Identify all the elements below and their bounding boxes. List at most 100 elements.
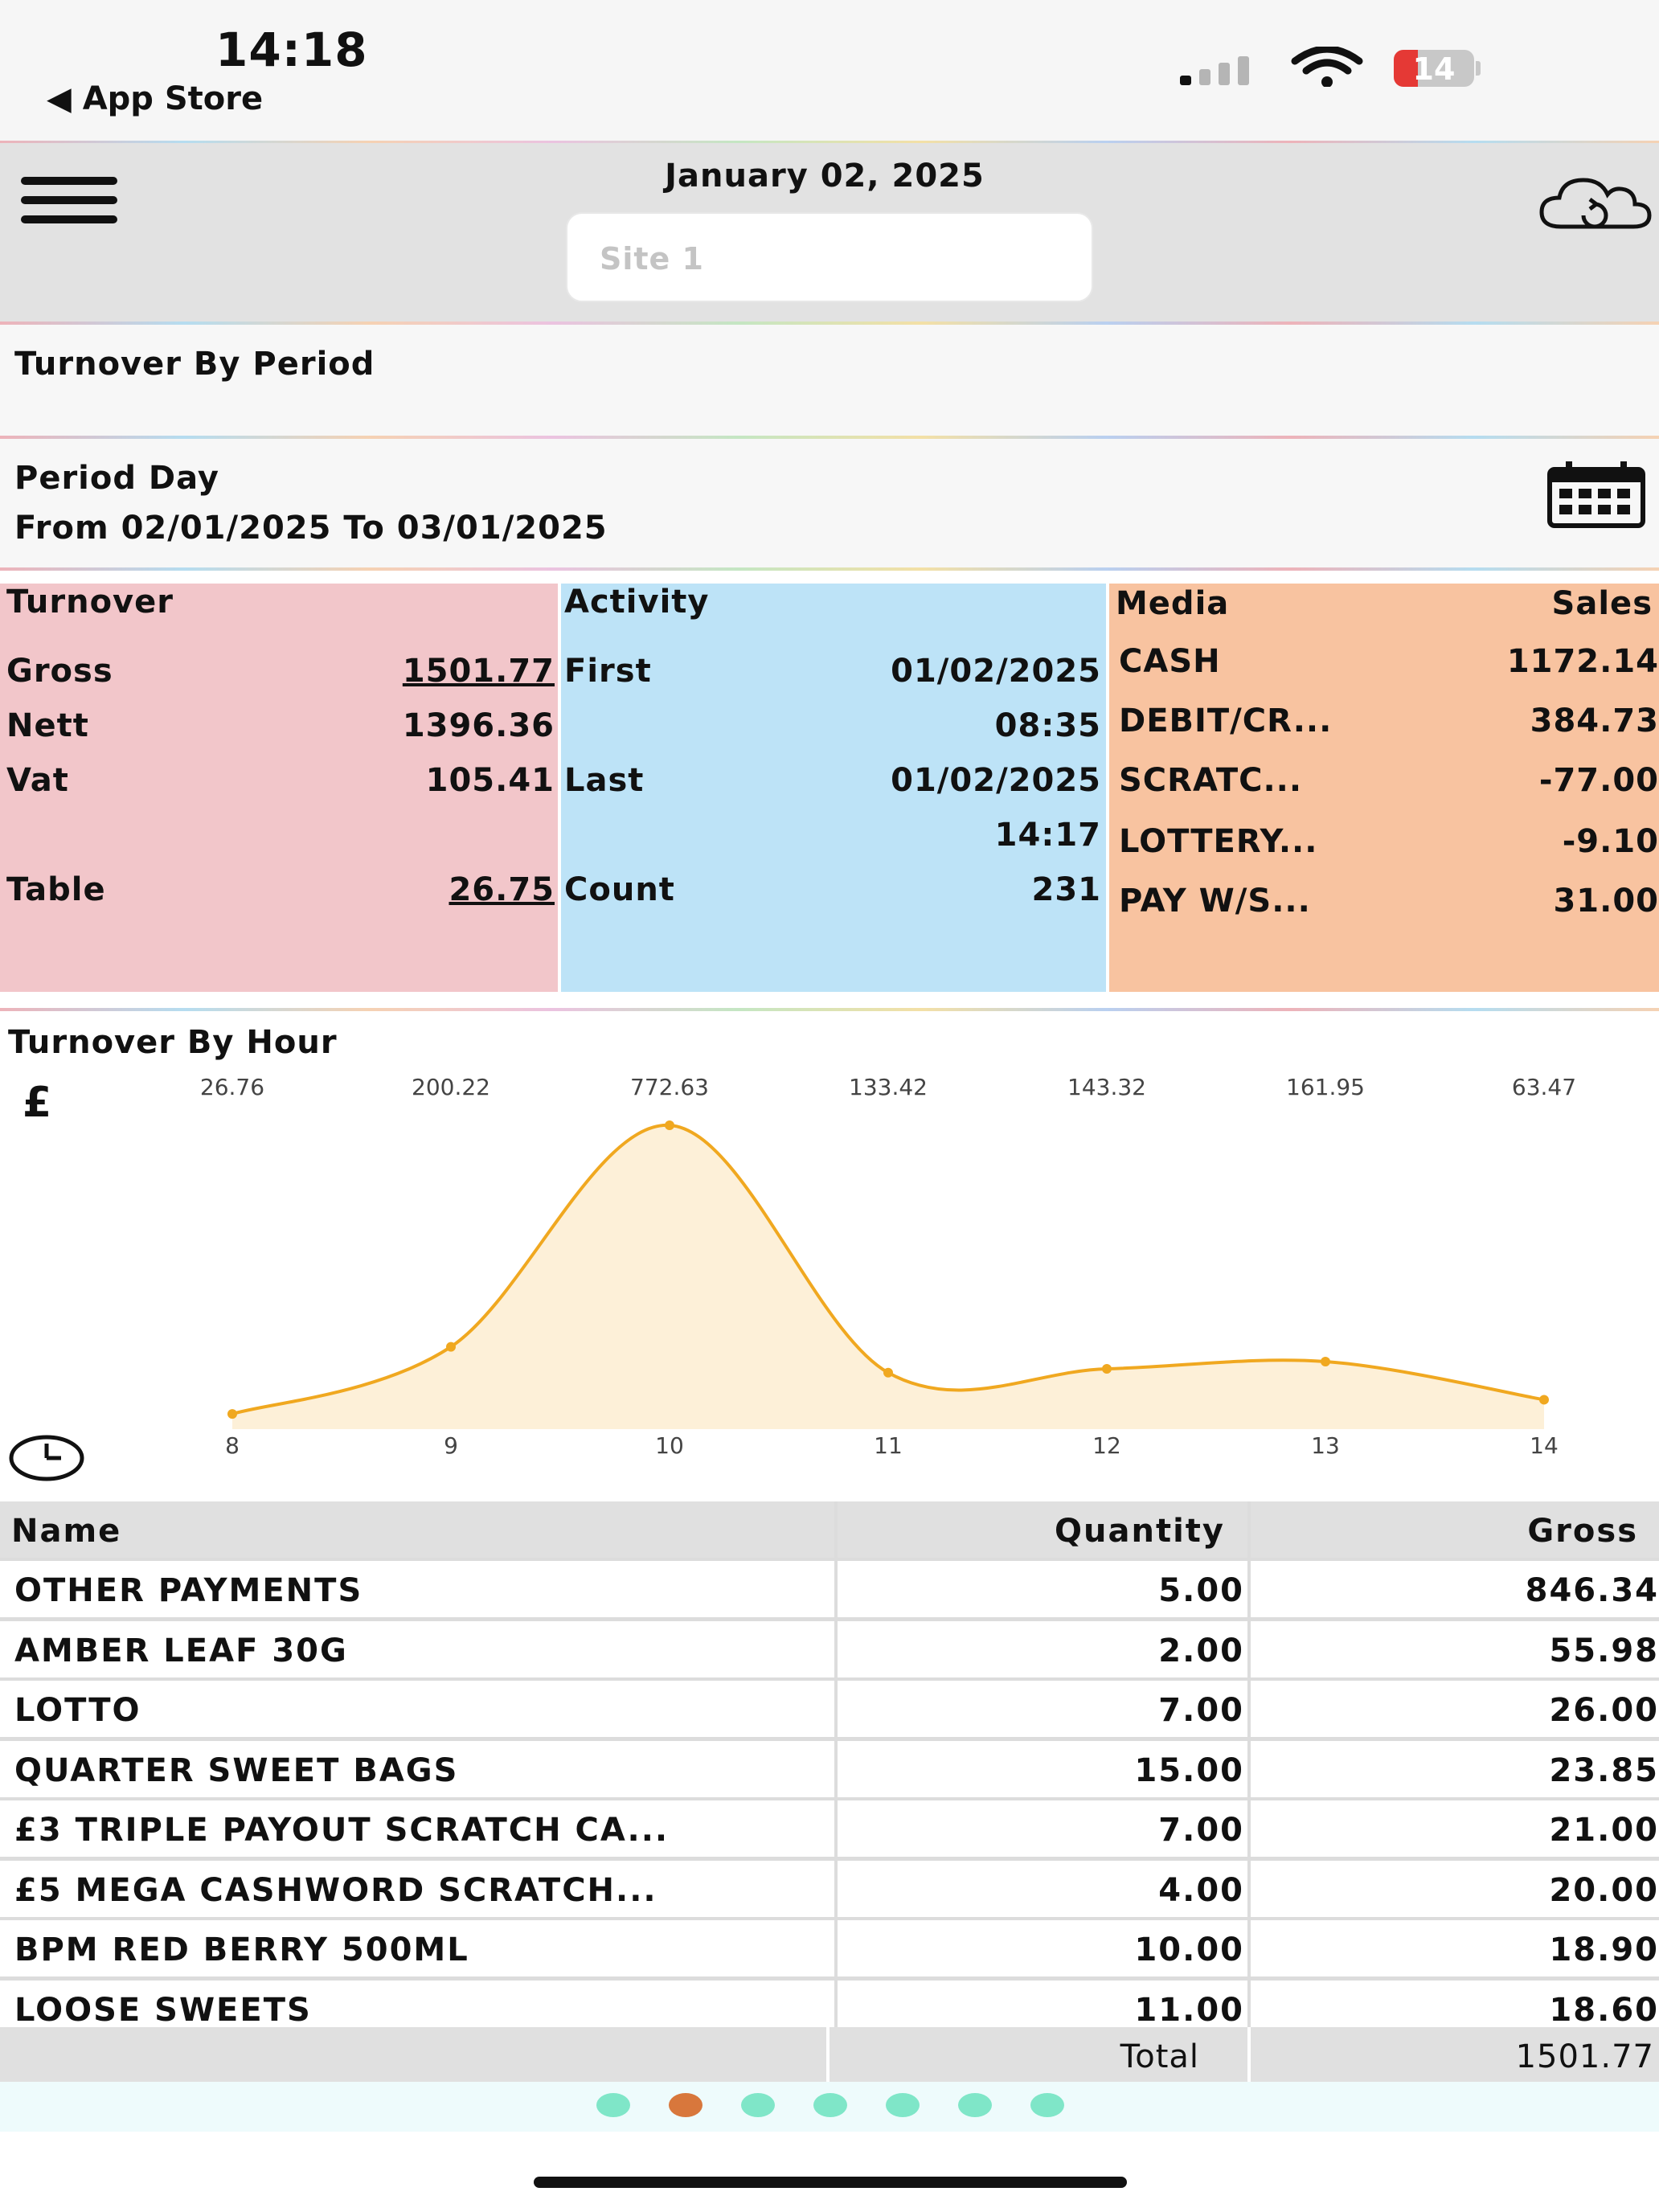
item-gross: 26.00 <box>1251 1681 1659 1737</box>
period-range-label: From 02/01/2025 To 03/01/2025 <box>14 510 608 547</box>
item-name: £5 MEGA CASHWORD SCRATCH... <box>0 1860 834 1917</box>
home-indicator[interactable] <box>534 2177 1127 2188</box>
data-label: 26.76 <box>200 1074 264 1100</box>
item-quantity: 15.00 <box>838 1740 1247 1797</box>
period-type-label: Period Day <box>14 460 219 497</box>
table-row[interactable]: £3 TRIPLE PAYOUT SCRATCH CA... 7.00 21.00 <box>0 1800 1659 1860</box>
site-placeholder: Site 1 <box>600 241 705 276</box>
clock-icon <box>8 1434 85 1485</box>
hamburger-menu-icon[interactable] <box>21 177 117 225</box>
page-dot-7[interactable] <box>1030 2093 1064 2117</box>
cloud-sync-icon[interactable] <box>1537 174 1653 241</box>
count-label: Count <box>564 871 675 908</box>
data-point[interactable] <box>883 1367 893 1378</box>
media-row-value: 1172.14 <box>1506 643 1659 680</box>
wifi-icon <box>1291 45 1363 90</box>
item-gross: 846.34 <box>1251 1561 1659 1617</box>
media-row-name: CASH <box>1119 643 1221 680</box>
media-row-value: -9.10 <box>1562 823 1659 860</box>
first-date: 01/02/2025 <box>891 653 1101 690</box>
data-point[interactable] <box>446 1342 456 1352</box>
page-dot-6[interactable] <box>958 2093 992 2117</box>
data-point[interactable] <box>1321 1357 1330 1367</box>
item-quantity: 7.00 <box>838 1681 1247 1737</box>
table-header-row: Name Quantity Gross <box>0 1501 1659 1561</box>
cellular-signal-icon <box>1180 53 1268 85</box>
x-tick-label: 8 <box>225 1432 240 1459</box>
item-name: BPM RED BERRY 500ML <box>0 1920 834 1976</box>
data-point[interactable] <box>227 1409 237 1419</box>
media-row-name: PAY W/S... <box>1119 883 1311 920</box>
sales-column-header: Sales <box>1551 585 1653 622</box>
turnover-panel: Turnover Gross 1501.77 Nett 1396.36 Vat … <box>0 584 558 992</box>
media-row-value: 31.00 <box>1553 883 1659 920</box>
activity-panel: Activity First 01/02/2025 08:35 Last 01/… <box>561 584 1106 992</box>
item-gross: 18.90 <box>1251 1920 1659 1976</box>
table-value-link[interactable]: 26.75 <box>449 871 555 908</box>
battery-icon: 14 <box>1394 50 1474 87</box>
total-value: 1501.77 <box>1251 2027 1659 2083</box>
page-dot-4[interactable] <box>813 2093 847 2117</box>
nett-label: Nett <box>6 707 89 744</box>
item-quantity: 7.00 <box>838 1800 1247 1857</box>
item-name: AMBER LEAF 30G <box>0 1620 834 1677</box>
gross-column-header[interactable]: Gross <box>1251 1501 1659 1558</box>
battery-level: 14 <box>1412 51 1456 87</box>
data-label: 200.22 <box>412 1074 490 1100</box>
data-point[interactable] <box>665 1120 674 1130</box>
turnover-by-hour-title: Turnover By Hour <box>8 1024 338 1061</box>
table-total-row: Total 1501.77 <box>0 2027 1659 2083</box>
item-name: £3 TRIPLE PAYOUT SCRATCH CA... <box>0 1800 834 1857</box>
battery-tip <box>1476 61 1481 76</box>
x-tick-label: 9 <box>444 1432 458 1459</box>
item-name: OTHER PAYMENTS <box>0 1561 834 1617</box>
data-label: 772.63 <box>630 1074 709 1100</box>
first-time: 08:35 <box>994 707 1101 744</box>
item-gross: 23.85 <box>1251 1740 1659 1797</box>
total-label: Total <box>830 2027 1247 2083</box>
table-row[interactable]: LOTTO 7.00 26.00 <box>0 1681 1659 1740</box>
x-tick-label: 13 <box>1311 1432 1340 1459</box>
calendar-icon[interactable] <box>1546 460 1646 532</box>
media-row-value: -77.00 <box>1538 762 1659 799</box>
name-column-header[interactable]: Name <box>0 1501 834 1558</box>
media-row-name: DEBIT/CR... <box>1119 703 1333 739</box>
data-label: 143.32 <box>1067 1074 1146 1100</box>
table-row[interactable]: OTHER PAYMENTS 5.00 846.34 <box>0 1561 1659 1620</box>
item-name: LOTTO <box>0 1681 834 1737</box>
page-dot-5[interactable] <box>886 2093 920 2117</box>
nett-value: 1396.36 <box>402 707 555 744</box>
x-tick-label: 10 <box>655 1432 684 1459</box>
data-label: 63.47 <box>1512 1074 1576 1100</box>
last-label: Last <box>564 762 645 799</box>
header-date[interactable]: January 02, 2025 <box>567 158 1082 195</box>
page-dot-2[interactable] <box>669 2093 703 2117</box>
table-row[interactable]: £5 MEGA CASHWORD SCRATCH... 4.00 20.00 <box>0 1860 1659 1920</box>
table-row[interactable]: QUARTER SWEET BAGS 15.00 23.85 <box>0 1740 1659 1800</box>
data-point[interactable] <box>1102 1363 1112 1374</box>
site-selector-input[interactable]: Site 1 <box>566 212 1093 302</box>
table-label: Table <box>6 871 106 908</box>
data-point[interactable] <box>1539 1395 1549 1405</box>
media-panel: Media Sales CASH 1172.14 DEBIT/CR... 384… <box>1109 584 1659 992</box>
item-name: QUARTER SWEET BAGS <box>0 1740 834 1797</box>
table-row[interactable]: AMBER LEAF 30G 2.00 55.98 <box>0 1620 1659 1681</box>
item-quantity: 10.00 <box>838 1920 1247 1976</box>
status-time: 14:18 <box>215 23 368 77</box>
x-tick-label: 12 <box>1092 1432 1121 1459</box>
back-to-app-store[interactable]: ◀ App Store <box>47 80 263 117</box>
gross-value-link[interactable]: 1501.77 <box>403 653 555 690</box>
turnover-panel-title: Turnover <box>6 584 174 621</box>
page-dot-3[interactable] <box>741 2093 775 2117</box>
gross-label: Gross <box>6 653 113 690</box>
quantity-column-header[interactable]: Quantity <box>838 1501 1247 1558</box>
turnover-by-period-title: Turnover By Period <box>14 346 375 383</box>
x-tick-label: 11 <box>874 1432 903 1459</box>
data-label: 161.95 <box>1286 1074 1365 1100</box>
page-dot-1[interactable] <box>596 2093 630 2117</box>
vat-label: Vat <box>6 762 69 799</box>
media-column-header: Media <box>1116 585 1230 622</box>
media-row-name: LOTTERY... <box>1119 823 1318 860</box>
item-gross: 21.00 <box>1251 1800 1659 1857</box>
table-row[interactable]: BPM RED BERRY 500ML 10.00 18.90 <box>0 1920 1659 1980</box>
